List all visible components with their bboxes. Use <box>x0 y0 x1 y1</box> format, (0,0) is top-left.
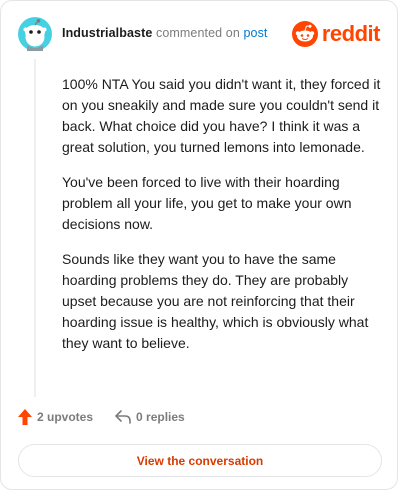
reply-count: 0 replies <box>136 410 185 424</box>
upvote-count: 2 upvotes <box>37 410 94 424</box>
reddit-wordmark: reddit <box>321 21 381 46</box>
thread-line <box>34 59 36 397</box>
reply-arrow-icon <box>115 410 131 424</box>
upvote-stat[interactable]: 2 upvotes <box>18 409 93 425</box>
upvote-arrow-icon <box>18 409 32 425</box>
comment-paragraph: 100% NTA You said you didn't want it, th… <box>62 76 381 155</box>
comment-card: Industrialbaste commented on post reddit… <box>0 0 398 490</box>
comment-paragraph: Sounds like they want you to have the sa… <box>62 251 369 351</box>
reply-stat[interactable]: 0 replies <box>115 410 185 424</box>
comment-paragraph: You've been forced to live with their ho… <box>62 174 352 232</box>
post-link[interactable]: post <box>243 26 267 40</box>
comment-body: 100% NTA You said you didn't want it, th… <box>62 74 382 368</box>
comment-footer: 2 upvotes 0 replies <box>18 409 185 425</box>
view-conversation-button[interactable]: View the conversation <box>18 444 382 477</box>
commented-on-text: commented on <box>156 26 240 40</box>
user-avatar[interactable] <box>18 17 52 51</box>
reddit-snoo-logo-icon <box>291 21 318 47</box>
reddit-logo[interactable]: reddit <box>291 21 381 47</box>
username-link[interactable]: Industrialbaste <box>62 26 152 40</box>
snoo-avatar-icon <box>18 17 52 51</box>
comment-header: Industrialbaste commented on post <box>62 26 268 40</box>
